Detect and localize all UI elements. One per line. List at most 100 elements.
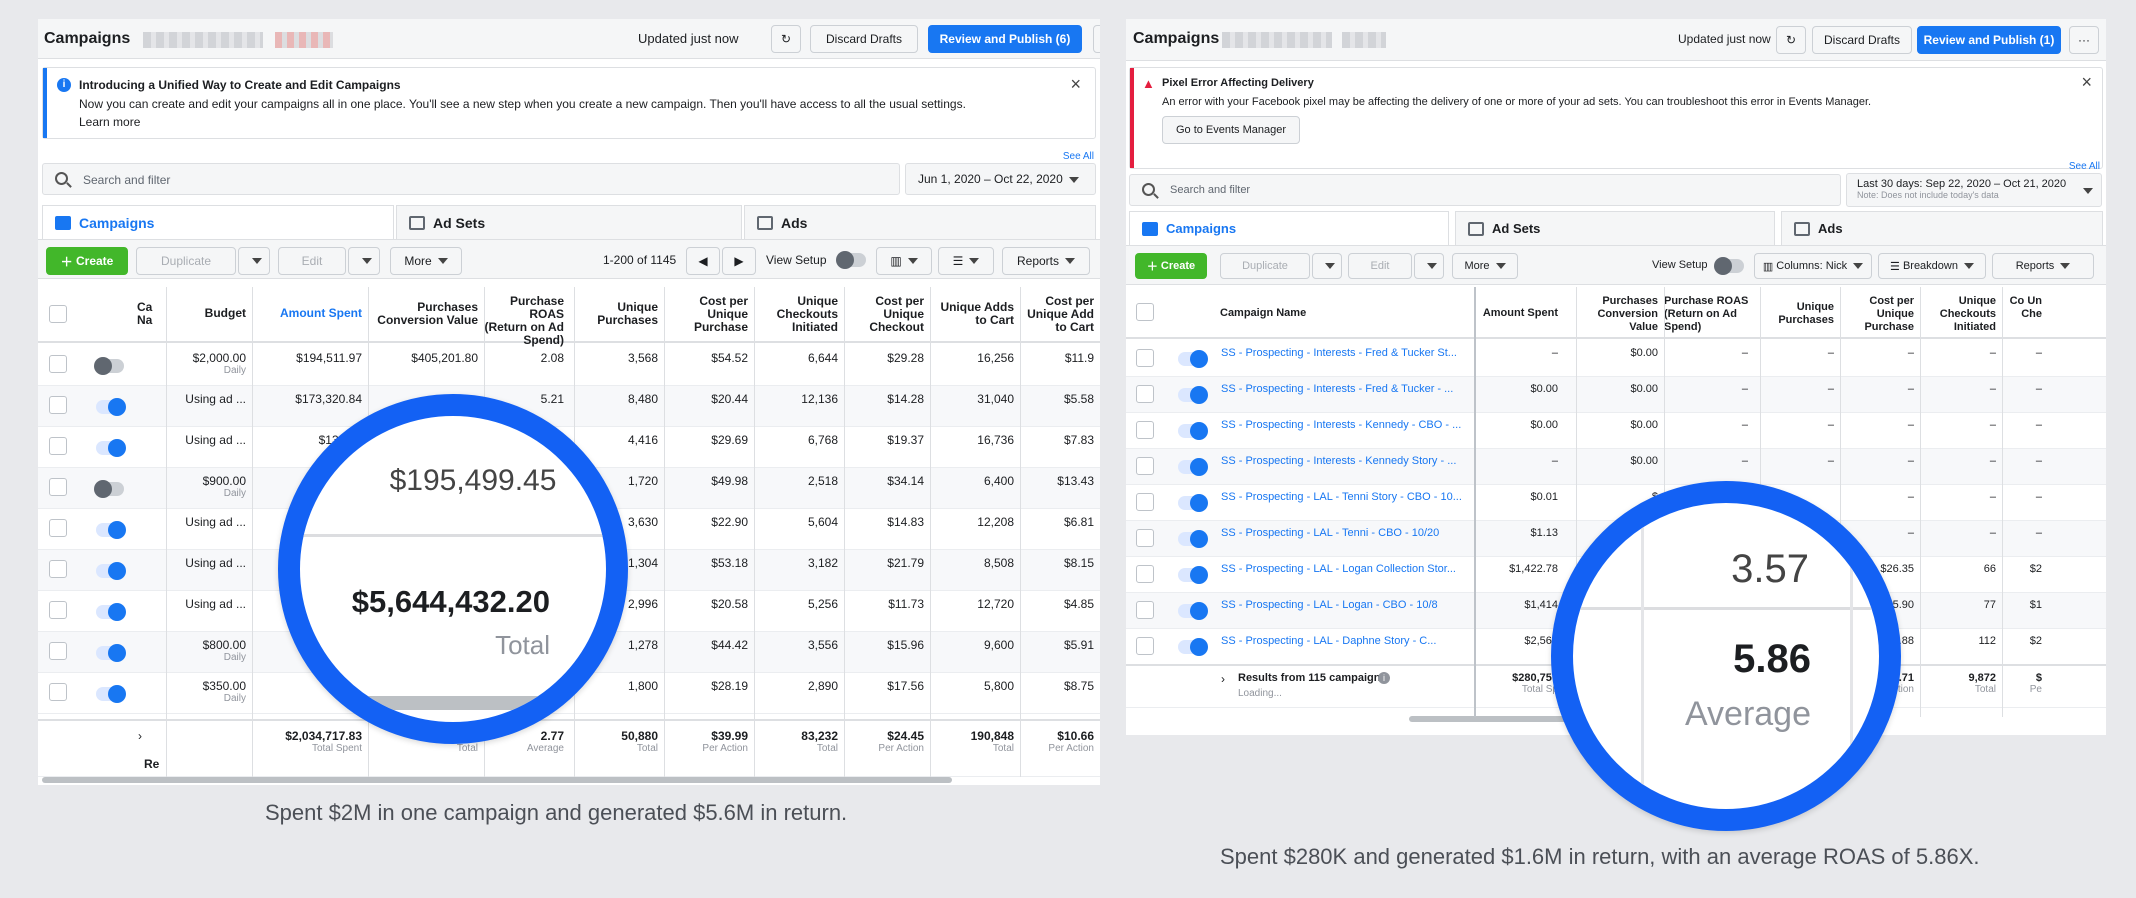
row-checkbox[interactable] [1136, 421, 1154, 439]
expand-icon[interactable]: › [1221, 672, 1225, 686]
reports-button[interactable]: Reports [1002, 247, 1090, 275]
campaign-toggle[interactable] [96, 644, 126, 662]
header-unique-purchases[interactable]: Unique Purchases [574, 301, 658, 327]
header-budget[interactable]: Budget [166, 307, 246, 320]
campaign-toggle[interactable] [1178, 494, 1208, 512]
table-row[interactable]: SS - Prospecting - Interests - Kennedy -… [1126, 413, 2106, 449]
header-cost-unique-purchase[interactable]: Cost per Unique Purchase [664, 295, 748, 334]
row-checkbox[interactable] [1136, 385, 1154, 403]
horizontal-scrollbar[interactable] [42, 777, 952, 783]
campaign-toggle[interactable] [1178, 602, 1208, 620]
header-campaign-name[interactable]: Ca Na [137, 301, 157, 327]
refresh-button[interactable]: ↻ [771, 25, 801, 53]
prev-page-button[interactable]: ◀ [686, 247, 720, 275]
header-unique-adds-cart[interactable]: Unique Adds to Cart [930, 301, 1014, 327]
duplicate-dropdown[interactable] [238, 247, 270, 275]
review-publish-button[interactable]: Review and Publish (6) [928, 25, 1082, 53]
duplicate-button[interactable]: Duplicate [1220, 253, 1310, 279]
create-button[interactable]: ＋ Create [1135, 253, 1207, 279]
tab-ad-sets[interactable]: Ad Sets [1455, 211, 1775, 245]
campaign-name-link[interactable]: SS - Prospecting - Interests - Fred & Tu… [1221, 383, 1453, 395]
discard-drafts-button[interactable]: Discard Drafts [810, 25, 918, 53]
table-row[interactable]: SS - Prospecting - Interests - Fred & Tu… [1126, 341, 2106, 377]
row-checkbox[interactable] [49, 478, 67, 496]
campaign-toggle[interactable] [94, 357, 124, 375]
close-icon[interactable]: × [1070, 74, 1081, 95]
tab-campaigns[interactable]: Campaigns [1129, 211, 1449, 245]
row-checkbox[interactable] [1136, 637, 1154, 655]
row-checkbox[interactable] [1136, 349, 1154, 367]
breakdown-button[interactable]: ☰ [938, 247, 994, 275]
row-checkbox[interactable] [49, 519, 67, 537]
campaign-name-link[interactable]: SS - Prospecting - Interests - Fred & Tu… [1221, 347, 1457, 359]
campaign-name-link[interactable]: SS - Prospecting - Interests - Kennedy S… [1221, 455, 1456, 467]
header-unique-purchases[interactable]: Unique Purchases [1760, 301, 1834, 327]
campaign-toggle[interactable] [1178, 566, 1208, 584]
tab-ads[interactable]: Ads [1781, 211, 2103, 245]
header-purchases-value[interactable]: Purchases Conversion Value [1576, 295, 1658, 334]
row-checkbox[interactable] [49, 683, 67, 701]
row-checkbox[interactable] [49, 396, 67, 414]
edit-button[interactable]: Edit [278, 247, 346, 275]
campaign-toggle[interactable] [1178, 530, 1208, 548]
campaign-toggle[interactable] [96, 521, 126, 539]
table-row[interactable]: SS - Prospecting - Interests - Kennedy S… [1126, 449, 2106, 485]
header-roas[interactable]: Purchase ROAS (Return on Ad Spend) [1664, 295, 1754, 334]
header-amount-spent[interactable]: Amount Spent [252, 307, 362, 320]
header-cost-unique-checkout[interactable]: Co Un Che [2002, 295, 2042, 321]
more-options-button[interactable]: ··· [2069, 26, 2099, 54]
search-input[interactable]: Search and filter [42, 163, 900, 195]
header-roas[interactable]: Purchase ROAS (Return on Ad Spend) [484, 295, 564, 347]
review-publish-button[interactable]: Review and Publish (1) [1917, 26, 2061, 54]
view-setup-toggle[interactable] [836, 251, 866, 269]
row-checkbox[interactable] [1136, 457, 1154, 475]
campaign-toggle[interactable] [1178, 638, 1208, 656]
refresh-button[interactable]: ↻ [1776, 26, 1806, 54]
info-icon[interactable]: i [1378, 672, 1390, 684]
see-all-link[interactable]: See All [2069, 161, 2100, 172]
more-options-button[interactable]: ··· [1093, 25, 1100, 53]
row-checkbox[interactable] [1136, 601, 1154, 619]
row-checkbox[interactable] [49, 560, 67, 578]
row-checkbox[interactable] [49, 642, 67, 660]
row-checkbox[interactable] [49, 601, 67, 619]
header-purchases-value[interactable]: Purchases Conversion Value [368, 301, 478, 327]
table-row[interactable]: SS - Prospecting - Interests - Fred & Tu… [1126, 377, 2106, 413]
row-checkbox[interactable] [49, 437, 67, 455]
date-range-picker[interactable]: Last 30 days: Sep 22, 2020 – Oct 21, 202… [1846, 173, 2102, 207]
campaign-toggle[interactable] [1178, 350, 1208, 368]
edit-dropdown[interactable] [1414, 253, 1444, 279]
campaign-name-link[interactable]: SS - Prospecting - LAL - Tenni Story - C… [1221, 491, 1462, 503]
header-campaign-name[interactable]: Campaign Name [1220, 307, 1380, 320]
columns-button[interactable]: ▥ [876, 247, 932, 275]
breakdown-button[interactable]: ☰ Breakdown [1878, 253, 1986, 279]
table-row[interactable]: Using ad ... $173,320.84 5.21 8,480 $20.44 12… [38, 386, 1100, 427]
table-row[interactable]: SS - Prospecting - LAL - Tenni Story - C… [1126, 485, 2106, 521]
campaign-toggle[interactable] [94, 480, 124, 498]
select-all-checkbox[interactable] [1136, 303, 1154, 321]
campaign-name-link[interactable]: SS - Prospecting - LAL - Tenni - CBO - 1… [1221, 527, 1439, 539]
campaign-name-link[interactable]: SS - Prospecting - Interests - Kennedy -… [1221, 419, 1461, 431]
header-unique-checkouts[interactable]: Unique Checkouts Initiated [754, 295, 838, 334]
campaign-toggle[interactable] [1178, 422, 1208, 440]
select-all-checkbox[interactable] [49, 305, 67, 323]
learn-more-link[interactable]: Learn more [79, 115, 140, 129]
tab-ads[interactable]: Ads [744, 205, 1096, 239]
tab-campaigns[interactable]: Campaigns [42, 205, 394, 239]
create-button[interactable]: ＋ Create [46, 247, 128, 275]
close-icon[interactable]: × [2081, 72, 2092, 93]
more-button[interactable]: More [390, 247, 462, 275]
reports-button[interactable]: Reports [1992, 253, 2094, 279]
row-checkbox[interactable] [1136, 529, 1154, 547]
campaign-toggle[interactable] [96, 398, 126, 416]
view-setup-toggle[interactable] [1714, 257, 1744, 275]
edit-dropdown[interactable] [348, 247, 380, 275]
campaign-toggle[interactable] [96, 603, 126, 621]
campaign-name-link[interactable]: SS - Prospecting - LAL - Logan Collectio… [1221, 563, 1456, 575]
campaign-toggle[interactable] [96, 439, 126, 457]
edit-button[interactable]: Edit [1348, 253, 1412, 279]
tab-ad-sets[interactable]: Ad Sets [396, 205, 742, 239]
campaign-name-link[interactable]: SS - Prospecting - LAL - Daphne Story - … [1221, 635, 1436, 647]
campaign-name-link[interactable]: SS - Prospecting - LAL - Logan - CBO - 1… [1221, 599, 1438, 611]
header-unique-checkouts[interactable]: Unique Checkouts Initiated [1920, 295, 1996, 334]
